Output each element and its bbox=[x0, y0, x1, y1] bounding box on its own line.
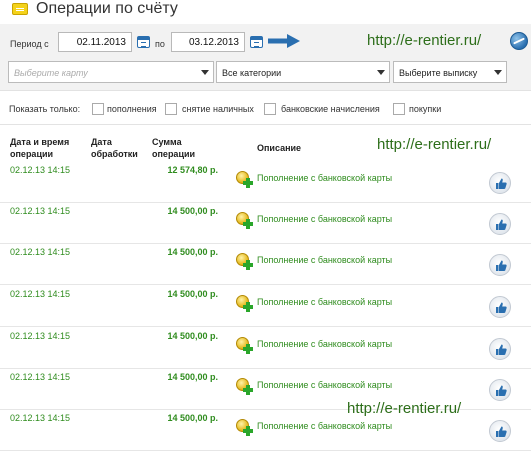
divider bbox=[0, 124, 531, 125]
calendar-icon[interactable] bbox=[137, 36, 150, 48]
coin-plus-icon bbox=[236, 212, 253, 229]
row-amount: 14 500,00 р. bbox=[167, 413, 218, 423]
row-description: Пополнение с банковской карты bbox=[257, 421, 393, 431]
checkbox-label: банковские начисления bbox=[281, 104, 380, 114]
checkbox-label: покупки bbox=[409, 104, 442, 114]
thumbs-up-icon[interactable] bbox=[489, 379, 511, 401]
table-row[interactable]: 02.12.13 14:15 14 500,00 р. Пополнение с б… bbox=[0, 244, 531, 285]
calendar-icon[interactable] bbox=[250, 36, 263, 48]
date-to-input[interactable]: 03.12.2013 bbox=[171, 32, 245, 52]
row-datetime: 02.12.13 14:15 bbox=[10, 289, 71, 299]
checkbox-label: пополнения bbox=[107, 104, 157, 114]
chevron-down-icon bbox=[494, 70, 502, 75]
coin-plus-icon bbox=[236, 171, 253, 188]
table-row[interactable]: 02.12.13 14:15 12 574,80 р. Пополнение с б… bbox=[0, 162, 531, 203]
row-description: Пополнение с банковской карты bbox=[257, 255, 393, 265]
chevron-down-icon bbox=[377, 70, 385, 75]
row-amount: 14 500,00 р. bbox=[167, 247, 218, 257]
row-amount: 14 500,00 р. bbox=[167, 372, 218, 382]
row-datetime: 02.12.13 14:15 bbox=[10, 372, 71, 382]
coin-plus-icon bbox=[236, 337, 253, 354]
table-row[interactable]: 02.12.13 14:15 14 500,00 р. Пополнение с б… bbox=[0, 203, 531, 244]
row-datetime: 02.12.13 14:15 bbox=[10, 206, 71, 216]
arrow-right-icon[interactable] bbox=[268, 34, 300, 48]
watermark-link: http://e-rentier.ru/ bbox=[377, 136, 492, 153]
thumbs-up-icon[interactable] bbox=[489, 254, 511, 276]
watermark-link: http://e-rentier.ru/ bbox=[347, 400, 462, 417]
thumbs-up-icon[interactable] bbox=[489, 213, 511, 235]
chevron-down-icon bbox=[201, 70, 209, 75]
row-datetime: 02.12.13 14:15 bbox=[10, 331, 71, 341]
column-header-processing-date: Дата обработки bbox=[91, 137, 138, 159]
checkbox-label: снятие наличных bbox=[182, 104, 254, 114]
row-datetime: 02.12.13 14:15 bbox=[10, 247, 71, 257]
category-select-value: Все категории bbox=[222, 68, 282, 78]
row-description: Пополнение с банковской карты bbox=[257, 380, 393, 390]
watermark-link: http://e-rentier.ru/ bbox=[367, 32, 482, 49]
wallet-icon bbox=[12, 3, 28, 15]
checkbox-cash-withdrawal[interactable] bbox=[165, 103, 177, 115]
table-row[interactable]: 02.12.13 14:15 14 500,00 р. Пополнение с б… bbox=[0, 286, 531, 327]
card-select-placeholder: Выберите карту bbox=[14, 68, 88, 78]
coin-plus-icon bbox=[236, 253, 253, 270]
filter-panel: Период с 02.11.2013 по 03.12.2013 http:/… bbox=[0, 24, 531, 91]
coin-plus-icon bbox=[236, 378, 253, 395]
coin-plus-icon bbox=[236, 295, 253, 312]
thumbs-up-icon[interactable] bbox=[489, 172, 511, 194]
checkbox-deposits[interactable] bbox=[92, 103, 104, 115]
card-select[interactable]: Выберите карту bbox=[8, 61, 214, 83]
page-title: Операции по счёту bbox=[36, 0, 178, 17]
category-select[interactable]: Все категории bbox=[216, 61, 390, 83]
checkbox-bank-accruals[interactable] bbox=[264, 103, 276, 115]
thumbs-up-icon[interactable] bbox=[489, 296, 511, 318]
globe-icon[interactable] bbox=[510, 32, 528, 50]
table-row[interactable]: 02.12.13 14:15 14 500,00 р. Пополнение с б… bbox=[0, 328, 531, 369]
checkbox-purchases[interactable] bbox=[393, 103, 405, 115]
row-description: Пополнение с банковской карты bbox=[257, 297, 393, 307]
date-from-input[interactable]: 02.11.2013 bbox=[58, 32, 132, 52]
column-header-amount: Сумма операции bbox=[152, 137, 196, 159]
row-datetime: 02.12.13 14:15 bbox=[10, 413, 71, 423]
coin-plus-icon bbox=[236, 419, 253, 436]
row-datetime: 02.12.13 14:15 bbox=[10, 165, 71, 175]
show-only-filter: Показать только: пополнения снятие налич… bbox=[0, 98, 531, 120]
thumbs-up-icon[interactable] bbox=[489, 420, 511, 442]
thumbs-up-icon[interactable] bbox=[489, 338, 511, 360]
row-amount: 14 500,00 р. bbox=[167, 331, 218, 341]
statement-select[interactable]: Выберите выписку bbox=[393, 61, 507, 83]
period-label: Период с bbox=[10, 39, 49, 49]
row-description: Пополнение с банковской карты bbox=[257, 214, 393, 224]
column-header-description: Описание bbox=[257, 143, 302, 153]
row-amount: 14 500,00 р. bbox=[167, 289, 218, 299]
row-description: Пополнение с банковской карты bbox=[257, 173, 393, 183]
row-amount: 14 500,00 р. bbox=[167, 206, 218, 216]
row-description: Пополнение с банковской карты bbox=[257, 339, 393, 349]
statement-select-value: Выберите выписку bbox=[399, 68, 478, 78]
show-only-label: Показать только: bbox=[9, 104, 81, 114]
to-label: по bbox=[155, 39, 165, 49]
column-header-datetime: Дата и время операции bbox=[10, 137, 70, 159]
page-header: Операции по счёту bbox=[0, 0, 531, 24]
row-amount: 12 574,80 р. bbox=[167, 165, 218, 175]
